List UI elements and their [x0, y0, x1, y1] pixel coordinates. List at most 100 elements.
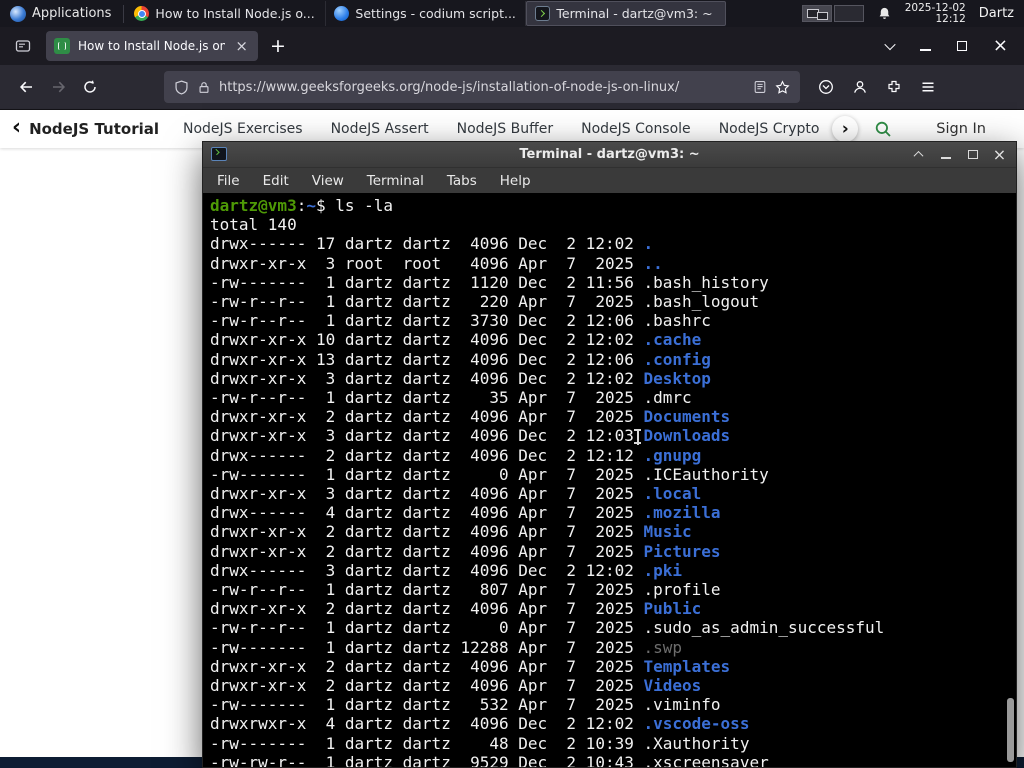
- menu-hamburger-icon[interactable]: [920, 79, 936, 95]
- panel-right-cluster: 2025-12-02 12:12 Dartz: [801, 1, 1024, 25]
- taskbar-item-terminal[interactable]: Terminal - dartz@vm3: ~: [526, 1, 727, 26]
- taskbar-item-browser[interactable]: How to Install Node.js o...: [126, 1, 327, 26]
- terminal-text: -rw-rw-r-- 1 dartz dartz 9529 Dec 2 10:4…: [210, 752, 644, 767]
- terminal-minimize-button[interactable]: [939, 148, 952, 162]
- nav-link[interactable]: NodeJS Crypto: [719, 121, 820, 137]
- reload-button[interactable]: [74, 71, 106, 103]
- terminal-text: drwxr-xr-x 13 dartz dartz 4096 Dec 2 12:…: [210, 349, 644, 369]
- terminal-shade-button[interactable]: [912, 148, 925, 162]
- terminal-listing-line: -rw------- 1 dartz dartz 12288 Apr 7 202…: [210, 638, 1016, 657]
- lock-icon[interactable]: [197, 80, 211, 95]
- terminal-close-button[interactable]: ×: [993, 146, 1006, 162]
- terminal-text: ls -la: [335, 196, 394, 215]
- terminal-listing-line: drwxr-xr-x 2 dartz dartz 4096 Apr 7 2025…: [210, 599, 1016, 618]
- tab-favicon: [54, 38, 70, 54]
- terminal-listing-line: -rw-rw-r-- 1 dartz dartz 9529 Dec 2 10:4…: [210, 753, 1016, 767]
- terminal-listing-line: -rw-r--r-- 1 dartz dartz 220 Apr 7 2025 …: [210, 292, 1016, 311]
- applications-label: Applications: [32, 6, 112, 21]
- terminal-prompt-line: dartz@vm3:~$ ls -la: [210, 196, 1016, 215]
- toolbar-right-icons: [818, 79, 936, 95]
- nav-link[interactable]: NodeJS Exercises: [183, 121, 303, 137]
- tab-close-button[interactable]: ×: [233, 37, 250, 55]
- url-input[interactable]: https://www.geeksforgeeks.org/node-js/in…: [219, 80, 745, 95]
- notification-bell-icon[interactable]: [877, 6, 892, 21]
- terminal-text: drwxr-xr-x 3 root root 4096 Apr 7 2025: [210, 253, 644, 273]
- url-bar[interactable]: https://www.geeksforgeeks.org/node-js/in…: [164, 71, 800, 103]
- terminal-maximize-button[interactable]: [966, 148, 979, 162]
- browser-tab-bar: How to Install Node.js on × + ×: [0, 27, 1024, 65]
- terminal-text: total 140: [210, 215, 297, 235]
- taskbar-item-label: Terminal - dartz@vm3: ~: [556, 6, 713, 21]
- workspace-1[interactable]: [801, 5, 832, 22]
- terminal-listing-line: drwxr-xr-x 2 dartz dartz 4096 Apr 7 2025…: [210, 676, 1016, 695]
- terminal-text: .Xauthority: [643, 733, 750, 753]
- terminal-text: drwxrwxr-x 4 dartz dartz 4096 Dec 2 12:0…: [210, 714, 644, 734]
- taskbar-item-codium[interactable]: Settings - codium script...: [326, 1, 527, 26]
- menu-edit[interactable]: Edit: [263, 173, 289, 189]
- workspace-switcher[interactable]: [801, 5, 864, 22]
- tab-title: How to Install Node.js on: [78, 39, 226, 53]
- window-maximize-button[interactable]: [956, 41, 967, 51]
- menu-view[interactable]: View: [312, 173, 344, 189]
- back-button[interactable]: [10, 71, 42, 103]
- bookmark-star-icon[interactable]: [775, 79, 790, 95]
- menu-file[interactable]: File: [217, 173, 240, 189]
- terminal-text: -rw-r--r-- 1 dartz dartz 220 Apr 7 2025: [210, 292, 644, 312]
- browser-tab[interactable]: How to Install Node.js on ×: [46, 31, 258, 61]
- window-minimize-button[interactable]: [919, 41, 931, 51]
- firefox-view-icon[interactable]: [8, 31, 38, 61]
- terminal-text: Pictures: [643, 541, 721, 561]
- terminal-listing-line: drwxr-xr-x 10 dartz dartz 4096 Dec 2 12:…: [210, 330, 1016, 349]
- terminal-text: drwxr-xr-x 2 dartz dartz 4096 Apr 7 2025: [210, 407, 644, 427]
- workspace-2[interactable]: [833, 5, 864, 22]
- clock[interactable]: 2025-12-02 12:12: [904, 1, 966, 25]
- tracking-shield-icon[interactable]: [174, 79, 189, 95]
- terminal-text: .sudo_as_admin_successful: [643, 618, 885, 638]
- terminal-text: drwxr-xr-x 2 dartz dartz 4096 Apr 7 2025: [210, 676, 644, 696]
- nav-link[interactable]: NodeJS Assert: [331, 121, 429, 137]
- terminal-text: $: [315, 196, 336, 215]
- taskbar-item-label: Settings - codium script...: [355, 6, 516, 21]
- terminal-text: -rw-r--r-- 1 dartz dartz 35 Apr 7 2025: [210, 388, 644, 408]
- nav-link[interactable]: NodeJS Buffer: [457, 121, 554, 137]
- clock-date: 2025-12-02: [904, 1, 966, 14]
- tab-list-chevron-icon[interactable]: [884, 38, 896, 51]
- terminal-listing-line: -rw------- 1 dartz dartz 48 Dec 2 10:39 …: [210, 734, 1016, 753]
- terminal-text: -rw-r--r-- 1 dartz dartz 0 Apr 7 2025: [210, 618, 644, 638]
- user-menu[interactable]: Dartz: [979, 6, 1016, 21]
- menu-terminal[interactable]: Terminal: [367, 173, 424, 189]
- reader-mode-icon[interactable]: [753, 80, 767, 94]
- terminal-titlebar[interactable]: Terminal - dartz@vm3: ~ ×: [203, 142, 1016, 167]
- search-icon[interactable]: [874, 120, 892, 138]
- nav-forward-chevron-button[interactable]: ›: [832, 116, 859, 142]
- terminal-text: .mozilla: [643, 503, 721, 523]
- new-tab-button[interactable]: +: [258, 35, 298, 57]
- terminal-text: .xscreensaver: [643, 752, 769, 767]
- extensions-icon[interactable]: [886, 79, 902, 95]
- nav-back-chevron-icon[interactable]: ‹: [12, 115, 21, 140]
- desktop: Applications How to Install Node.js o...…: [0, 0, 1024, 768]
- window-close-button[interactable]: ×: [993, 37, 1008, 55]
- terminal-scrollbar-thumb[interactable]: [1007, 698, 1014, 762]
- terminal-task-icon: [535, 6, 551, 21]
- terminal-text: drwxr-xr-x 3 dartz dartz 4096 Apr 7 2025: [210, 484, 644, 504]
- terminal-listing-line: drwx------ 17 dartz dartz 4096 Dec 2 12:…: [210, 234, 1016, 253]
- terminal-menubar: File Edit View Terminal Tabs Help: [203, 167, 1016, 193]
- terminal-text: -rw------- 1 dartz dartz 532 Apr 7 2025: [210, 695, 644, 715]
- terminal-text: dartz@vm3: [210, 196, 297, 215]
- terminal-text: -rw-r--r-- 1 dartz dartz 3730 Dec 2 12:0…: [210, 311, 644, 331]
- terminal-text: Public: [643, 599, 702, 619]
- menu-tabs[interactable]: Tabs: [447, 173, 477, 189]
- forward-button[interactable]: [42, 71, 74, 103]
- nav-link[interactable]: NodeJS Console: [581, 121, 691, 137]
- account-icon[interactable]: [852, 79, 868, 95]
- applications-menu-button[interactable]: Applications: [0, 0, 121, 27]
- pocket-icon[interactable]: [818, 79, 834, 95]
- browser-task-icon: [134, 6, 150, 21]
- top-panel: Applications How to Install Node.js o...…: [0, 0, 1024, 27]
- menu-help[interactable]: Help: [500, 173, 531, 189]
- terminal-listing-line: drwx------ 4 dartz dartz 4096 Apr 7 2025…: [210, 503, 1016, 522]
- sign-in-button[interactable]: Sign In: [936, 121, 986, 137]
- terminal-text: drwxr-xr-x 2 dartz dartz 4096 Apr 7 2025: [210, 522, 644, 542]
- nav-active-item[interactable]: NodeJS Tutorial: [29, 120, 159, 138]
